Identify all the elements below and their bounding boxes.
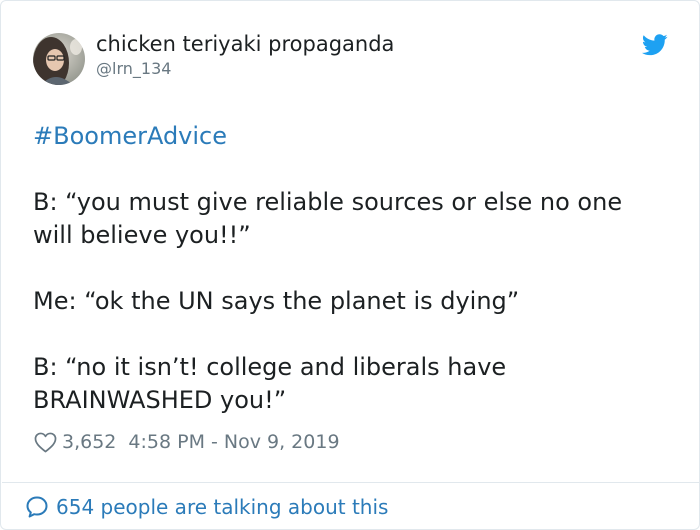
tweet-card: chicken teriyaki propaganda @lrn_134 #Bo… bbox=[0, 0, 700, 530]
conversation-link[interactable]: 654 people are talking about this bbox=[25, 493, 388, 521]
speech-bubble-icon bbox=[26, 496, 48, 518]
hashtag-link[interactable]: #BoomerAdvice bbox=[33, 122, 227, 150]
avatar-image bbox=[33, 33, 85, 85]
tweet-line: BRAINWASHED you!” bbox=[33, 386, 287, 414]
tweet-line: B: “no it isn’t! college and liberals ha… bbox=[33, 353, 507, 381]
tweet-line: Me: “ok the UN says the planet is dying” bbox=[33, 287, 520, 315]
avatar[interactable] bbox=[33, 33, 85, 85]
twitter-bird-icon[interactable] bbox=[642, 34, 668, 56]
divider bbox=[2, 482, 700, 483]
like-count[interactable]: 3,652 bbox=[62, 431, 116, 453]
tweet-line: B: “you must give reliable sources or el… bbox=[33, 188, 623, 216]
tweet-timestamp[interactable]: 4:58 PM - Nov 9, 2019 bbox=[128, 431, 339, 453]
tweet-text: #BoomerAdvice B: “you must give reliable… bbox=[33, 120, 673, 417]
user-handle[interactable]: @lrn_134 bbox=[96, 59, 171, 78]
tweet-line: will believe you!!” bbox=[33, 221, 251, 249]
display-name[interactable]: chicken teriyaki propaganda bbox=[96, 32, 394, 56]
heart-icon[interactable] bbox=[34, 432, 57, 453]
tweet-meta: 3,652 4:58 PM - Nov 9, 2019 bbox=[34, 429, 340, 455]
conversation-text[interactable]: 654 people are talking about this bbox=[56, 495, 388, 519]
